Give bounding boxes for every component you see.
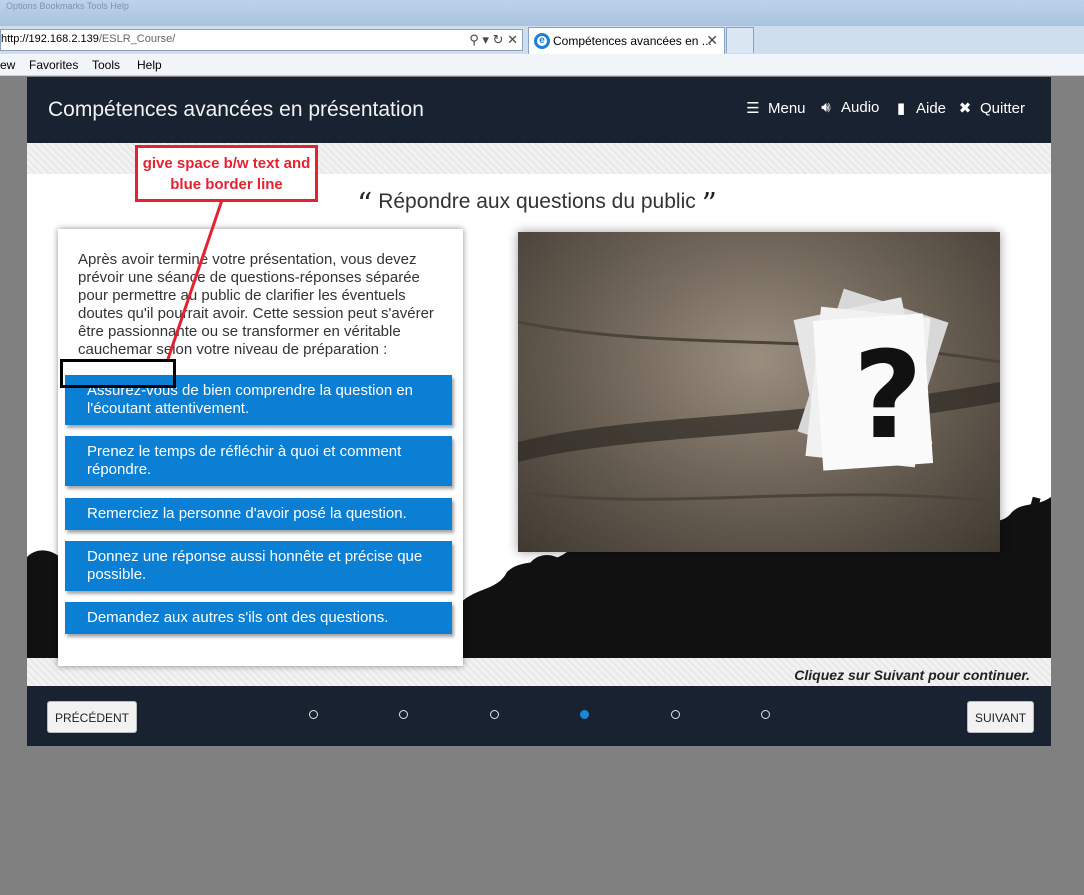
refresh-icon[interactable]: ↻ [493,32,504,47]
tip-button-3[interactable]: Remerciez la personne d'avoir posé la qu… [65,498,452,530]
new-tab-button[interactable] [726,27,754,53]
question-photo: ? [518,232,1000,552]
previous-button[interactable]: PRÉCÉDENT [47,701,138,733]
url-host: http://192.168.2.139 [1,33,99,45]
continue-hint: Cliquez sur Suivant pour continuer. [794,667,1030,683]
chevron-down-icon[interactable]: ▾ [482,32,489,47]
page-dot-5[interactable] [671,710,680,719]
url-field[interactable]: http://192.168.2.139/ESLR_Course/ ⚲ ▾ ↻ … [0,29,523,51]
slide-title: “ Répondre aux questions du public ” [357,181,717,222]
page-dot-6[interactable] [761,710,770,719]
svg-text:?: ? [853,327,923,466]
page-dot-4[interactable] [580,710,589,719]
stop-icon[interactable]: ✕ [507,32,518,47]
quit-label: Quitter [980,100,1026,117]
question-mark-cards-image: ? [518,288,1000,504]
menu-help[interactable]: Help [137,58,162,72]
address-bar: http://192.168.2.139/ESLR_Course/ ⚲ ▾ ↻ … [0,26,1084,54]
content-card: Après avoir terminé votre présentation, … [58,229,463,666]
audio-button[interactable]: 🔊︎ Audio [817,99,879,116]
browser-menubar: ew Favorites Tools Help [0,54,1084,76]
audio-label: Audio [841,99,880,116]
page-dot-1[interactable] [309,710,318,719]
menu-favorites[interactable]: Favorites [29,58,78,72]
list-icon: ☰ [746,100,760,117]
annotation-callout: give space b/w text and blue border line [135,145,318,202]
quit-button[interactable]: ✖ Quitter [956,99,1025,117]
search-icon[interactable]: ⚲ [469,32,479,47]
close-icon: ✖ [958,100,972,117]
speaker-icon: 🔊︎ [821,99,831,116]
url-actions: ⚲ ▾ ↻ ✕ [469,32,518,48]
slide-title-text: Répondre aux questions du public [378,190,696,213]
browser-tab-active[interactable]: e Compétences avancées en ... ✕ [528,27,725,54]
menu-button[interactable]: ☰ Menu [744,99,806,117]
page-dot-2[interactable] [399,710,408,719]
menu-tools[interactable]: Tools [92,58,120,72]
course-title: Compétences avancées en présentation [48,98,424,121]
menu-label: Menu [768,100,806,117]
book-icon: ▮ [896,100,906,117]
open-quote-icon: “ [357,187,373,222]
menu-view[interactable]: ew [0,58,15,72]
tab-title: Compétences avancées en ... [553,34,712,48]
tip-button-5[interactable]: Demandez aux autres s'ils ont des questi… [65,602,452,634]
annotation-highlight [60,359,176,388]
course-footer: PRÉCÉDENT SUIVANT [27,686,1051,746]
url-path: /ESLR_Course/ [98,33,176,45]
page-dot-3[interactable] [490,710,499,719]
browser-titlebar: Options Bookmarks Tools Help [0,0,1084,26]
tab-close-icon[interactable]: ✕ [706,32,718,49]
tip-button-4[interactable]: Donnez une réponse aussi honnête et préc… [65,541,452,591]
help-label: Aide [916,100,947,117]
intro-text: Après avoir terminé votre présentation, … [78,251,434,358]
next-button[interactable]: SUIVANT [967,701,1035,733]
close-quote-icon: ” [701,187,717,222]
help-button[interactable]: ▮ Aide [892,99,946,117]
course-header: Compétences avancées en présentation ☰ Me… [27,77,1051,143]
tip-button-2[interactable]: Prenez le temps de réfléchir à quoi et c… [65,436,452,486]
browser-favicon-icon: e [534,33,550,49]
titlebar-faded-text: Options Bookmarks Tools Help [6,1,129,11]
